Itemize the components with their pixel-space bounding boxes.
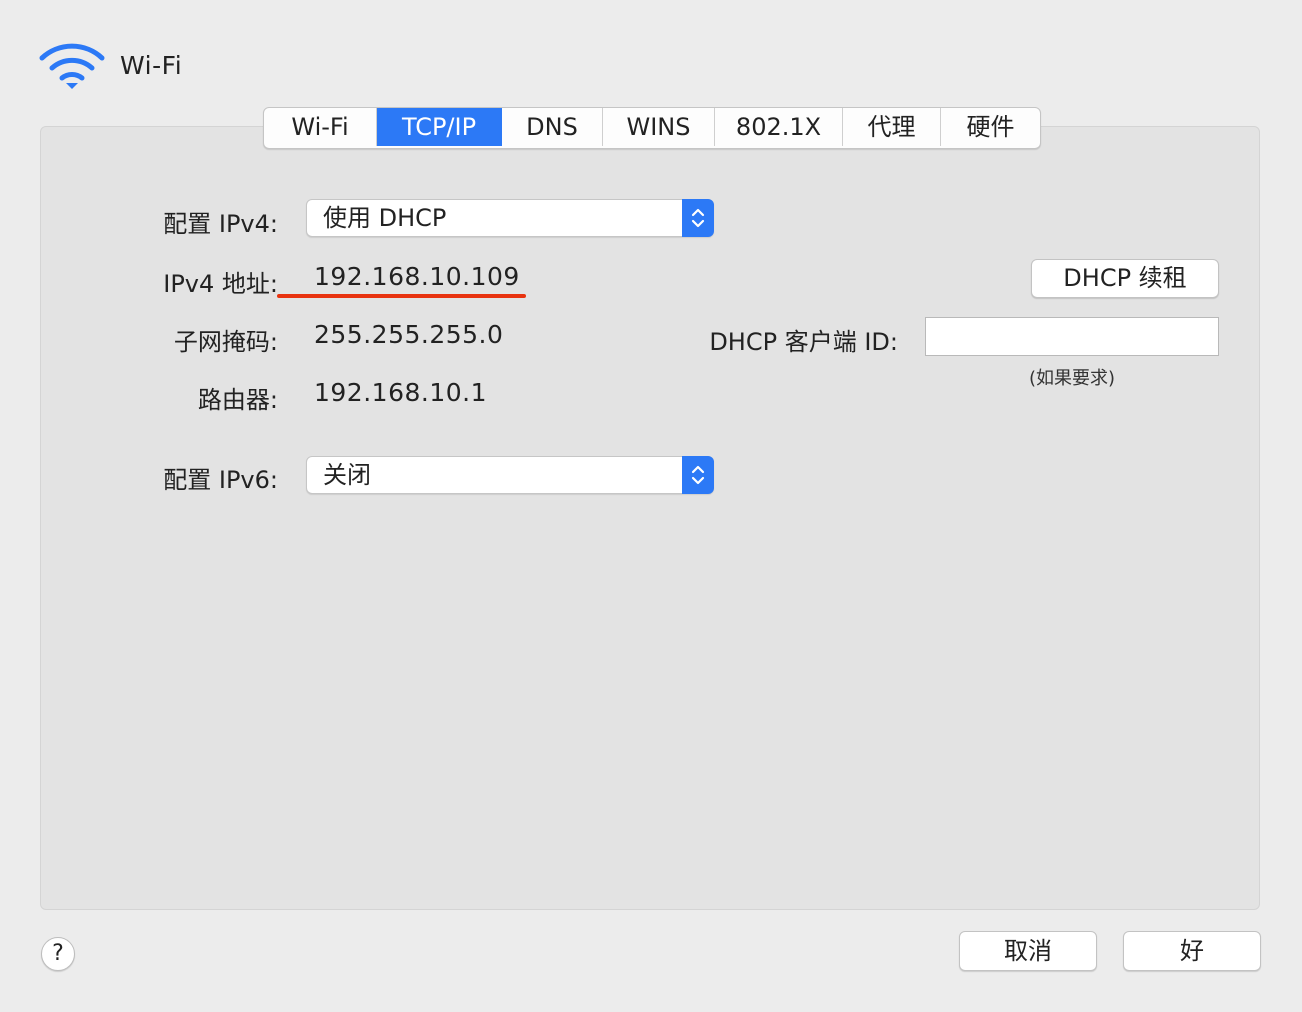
- configure-ipv6-value: 关闭: [323, 461, 371, 489]
- tab-dns[interactable]: DNS: [502, 108, 603, 146]
- dhcp-client-id-label: DHCP 客户端 ID:: [709, 328, 898, 356]
- configure-ipv4-select[interactable]: 使用 DHCP: [306, 199, 714, 237]
- ok-button[interactable]: 好: [1123, 931, 1261, 971]
- window-header: Wi-Fi: [38, 38, 182, 92]
- wifi-icon: [39, 43, 105, 89]
- dhcp-renew-button[interactable]: DHCP 续租: [1031, 259, 1219, 298]
- tab-802-1x[interactable]: 802.1X: [715, 108, 843, 146]
- settings-panel: [40, 126, 1260, 910]
- select-stepper-icon: [682, 199, 714, 237]
- configure-ipv4-value: 使用 DHCP: [323, 204, 447, 232]
- router-value: 192.168.10.1: [314, 378, 487, 407]
- tab-tcp-ip[interactable]: TCP/IP: [377, 108, 502, 146]
- highlight-underline: [277, 294, 526, 298]
- tab-hardware[interactable]: 硬件: [941, 108, 1040, 146]
- subnet-mask-label: 子网掩码:: [173, 328, 278, 356]
- configure-ipv6-label: 配置 IPv6:: [163, 466, 278, 494]
- configure-ipv4-label: 配置 IPv4:: [163, 210, 278, 238]
- ipv4-address-value: 192.168.10.109: [314, 262, 520, 291]
- tab-wifi[interactable]: Wi-Fi: [264, 108, 377, 146]
- ipv4-address-label: IPv4 地址:: [163, 270, 278, 298]
- cancel-button[interactable]: 取消: [959, 931, 1097, 971]
- dhcp-client-id-hint: (如果要求): [1028, 368, 1116, 389]
- window-title: Wi-Fi: [120, 50, 183, 80]
- tab-bar: Wi-Fi TCP/IP DNS WINS 802.1X 代理 硬件: [263, 107, 1041, 149]
- help-button[interactable]: ?: [41, 937, 75, 971]
- tab-proxy[interactable]: 代理: [843, 108, 941, 146]
- configure-ipv6-select[interactable]: 关闭: [306, 456, 714, 494]
- router-label: 路由器:: [197, 386, 278, 414]
- subnet-mask-value: 255.255.255.0: [314, 320, 504, 349]
- select-stepper-icon: [682, 456, 714, 494]
- dhcp-client-id-field[interactable]: [925, 317, 1219, 356]
- tab-wins[interactable]: WINS: [603, 108, 715, 146]
